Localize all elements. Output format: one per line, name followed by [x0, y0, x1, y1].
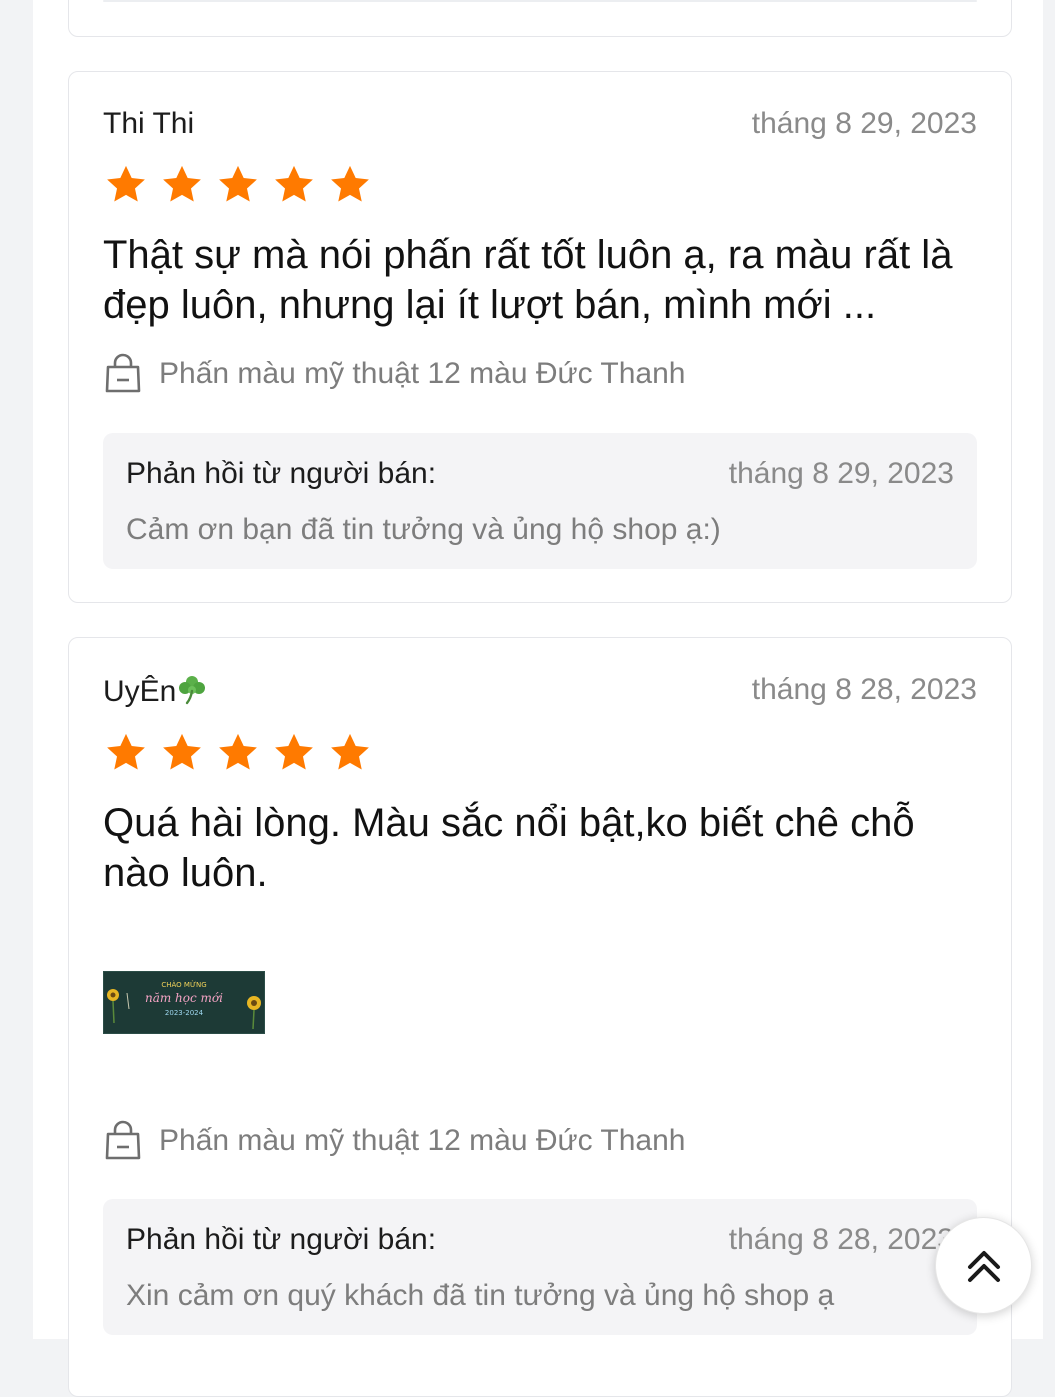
star-icon — [275, 165, 313, 202]
product-link[interactable]: Phấn màu mỹ thuật 12 màu Đức Thanh — [103, 353, 685, 395]
reviewer-name-row: UyÊn — [103, 673, 208, 709]
seller-reply-label: Phản hồi từ người bán: — [126, 1223, 437, 1256]
image-text-year: 2023-2024 — [165, 1009, 204, 1017]
shopping-bag-icon — [105, 1120, 141, 1160]
star-icon — [275, 733, 313, 770]
star-icon — [331, 165, 369, 202]
review-card-previous — [68, 0, 1012, 37]
review-photo-thumbnail[interactable]: CHÀO MỪNG năm học mới 2023-2024 — [103, 971, 265, 1034]
star-icon — [107, 733, 145, 770]
star-icon — [219, 733, 257, 770]
star-icon — [331, 733, 369, 770]
review-card: Thi Thi tháng 8 29, 2023 Thật sự mà nói … — [68, 71, 1012, 603]
clover-icon — [179, 676, 206, 705]
seller-reply: Phản hồi từ người bán: tháng 8 28, 2023 … — [103, 1199, 977, 1335]
seller-reply-text: Cảm ơn bạn đã tin tưởng và ủng hộ shop ạ… — [126, 513, 721, 546]
review-date: tháng 8 28, 2023 — [751, 673, 977, 706]
shopping-bag-icon — [105, 353, 141, 393]
star-icon — [163, 165, 201, 202]
seller-reply-text: Xin cảm ơn quý khách đã tin tưởng và ủng… — [126, 1279, 835, 1312]
product-name: Phấn màu mỹ thuật 12 màu Đức Thanh — [159, 1124, 686, 1157]
product-link[interactable]: Phấn màu mỹ thuật 12 màu Đức Thanh — [103, 1120, 685, 1162]
review-text[interactable]: Thật sự mà nói phấn rất tốt luôn ạ, ra m… — [103, 230, 983, 330]
star-icon — [219, 165, 257, 202]
seller-reply-date: tháng 8 28, 2023 — [728, 1223, 954, 1256]
review-text[interactable]: Quá hài lòng. Màu sắc nổi bật,ko biết ch… — [103, 798, 983, 898]
image-text-main: năm học mới — [145, 991, 223, 1005]
divider — [103, 0, 977, 2]
double-chevron-up-icon — [967, 1250, 1000, 1282]
reviewer-name: Thi Thi — [103, 107, 195, 140]
star-rating — [103, 163, 373, 207]
review-date: tháng 8 29, 2023 — [751, 107, 977, 140]
seller-reply-label: Phản hồi từ người bán: — [126, 457, 437, 490]
reviewer-name: UyÊn — [103, 675, 177, 708]
seller-reply-date: tháng 8 29, 2023 — [728, 457, 954, 490]
image-text-greeting: CHÀO MỪNG — [161, 980, 206, 989]
product-name: Phấn màu mỹ thuật 12 màu Đức Thanh — [159, 357, 686, 390]
scroll-to-top-button[interactable] — [935, 1217, 1032, 1314]
star-icon — [107, 165, 145, 202]
star-icon — [163, 733, 201, 770]
star-rating — [103, 731, 373, 775]
seller-reply: Phản hồi từ người bán: tháng 8 29, 2023 … — [103, 433, 977, 569]
review-card: UyÊn tháng 8 28, 2023 Quá hài lòng. Màu … — [68, 637, 1012, 1397]
